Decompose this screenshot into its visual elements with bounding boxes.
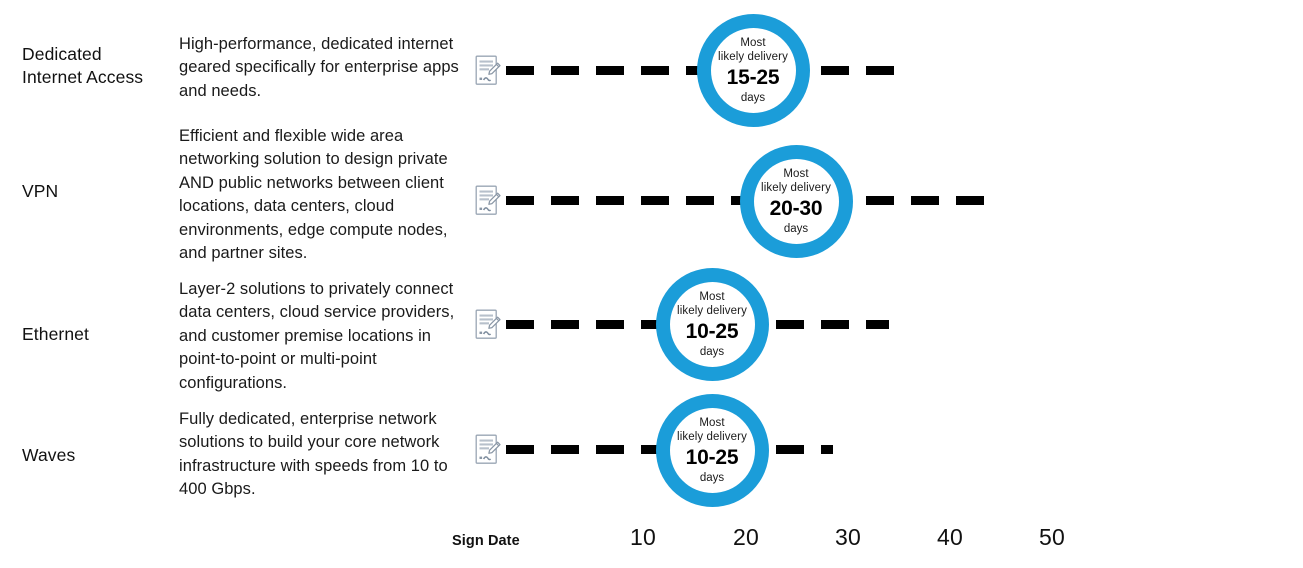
delivery-badge-inner: Most likely delivery 10-25 days xyxy=(669,407,755,493)
axis-caption-sign-date: Sign Date xyxy=(452,533,520,549)
timeline-row: Ethernet Layer-2 solutions to privately c… xyxy=(0,262,1303,392)
delivery-badge-caption: Most likely delivery xyxy=(677,416,747,443)
axis-tick-50: 50 xyxy=(1039,524,1065,550)
delivery-badge-unit: days xyxy=(699,471,725,484)
timeline-row: VPN Efficient and flexible wide area netw… xyxy=(0,125,1303,262)
row-description-ethernet: Layer-2 solutions to privately connect d… xyxy=(179,280,455,392)
axis-tick-10: 10 xyxy=(630,524,656,550)
sign-date-document-icon xyxy=(475,55,501,87)
delivery-badge-unit: days xyxy=(783,222,809,235)
sign-date-document-icon xyxy=(475,434,501,466)
sign-date-document-icon xyxy=(475,309,501,341)
delivery-badge-caption: Most likely delivery xyxy=(718,36,788,63)
delivery-badge-vpn: Most likely delivery 20-30 days xyxy=(739,144,853,258)
delivery-badge-inner: Most likely delivery 15-25 days xyxy=(710,27,796,113)
timeline-row: Dedicated Internet Access High-performance… xyxy=(0,0,1303,127)
timeline-row: Waves Fully dedicated, enterprise network… xyxy=(0,390,1303,518)
delivery-badge-value: 10-25 xyxy=(685,319,739,343)
delivery-badge-value: 15-25 xyxy=(726,65,780,89)
delivery-badge-dedicated-internet-access: Most likely delivery 15-25 days xyxy=(696,13,810,127)
axis-tick-40: 40 xyxy=(937,524,963,550)
row-description-dedicated-internet-access: High-performance, dedicated internet gea… xyxy=(179,35,459,100)
timeline-axis: Sign Date 10 20 30 40 50 xyxy=(0,524,1303,568)
delivery-badge-unit: days xyxy=(699,345,725,358)
sign-date-document-icon xyxy=(475,185,501,217)
delivery-timeline-chart: Dedicated Internet Access High-performance… xyxy=(0,0,1303,568)
row-description-waves: Fully dedicated, enterprise network solu… xyxy=(179,410,448,499)
row-label-waves: Waves xyxy=(22,445,76,465)
delivery-badge-caption: Most likely delivery xyxy=(761,167,831,194)
delivery-badge-inner: Most likely delivery 20-30 days xyxy=(753,158,839,244)
delivery-badge-ethernet: Most likely delivery 10-25 days xyxy=(655,267,769,381)
row-label-dedicated-internet-access: Dedicated Internet Access xyxy=(22,44,144,87)
axis-tick-20: 20 xyxy=(733,524,759,550)
delivery-badge-value: 10-25 xyxy=(685,445,739,469)
delivery-badge-inner: Most likely delivery 10-25 days xyxy=(669,281,755,367)
row-label-ethernet: Ethernet xyxy=(22,324,89,344)
row-description-vpn: Efficient and flexible wide area network… xyxy=(179,127,448,263)
delivery-badge-waves: Most likely delivery 10-25 days xyxy=(655,393,769,507)
delivery-badge-value: 20-30 xyxy=(769,196,823,220)
row-label-vpn: VPN xyxy=(22,181,59,201)
delivery-badge-caption: Most likely delivery xyxy=(677,290,747,317)
axis-tick-30: 30 xyxy=(835,524,861,550)
delivery-badge-unit: days xyxy=(740,91,766,104)
